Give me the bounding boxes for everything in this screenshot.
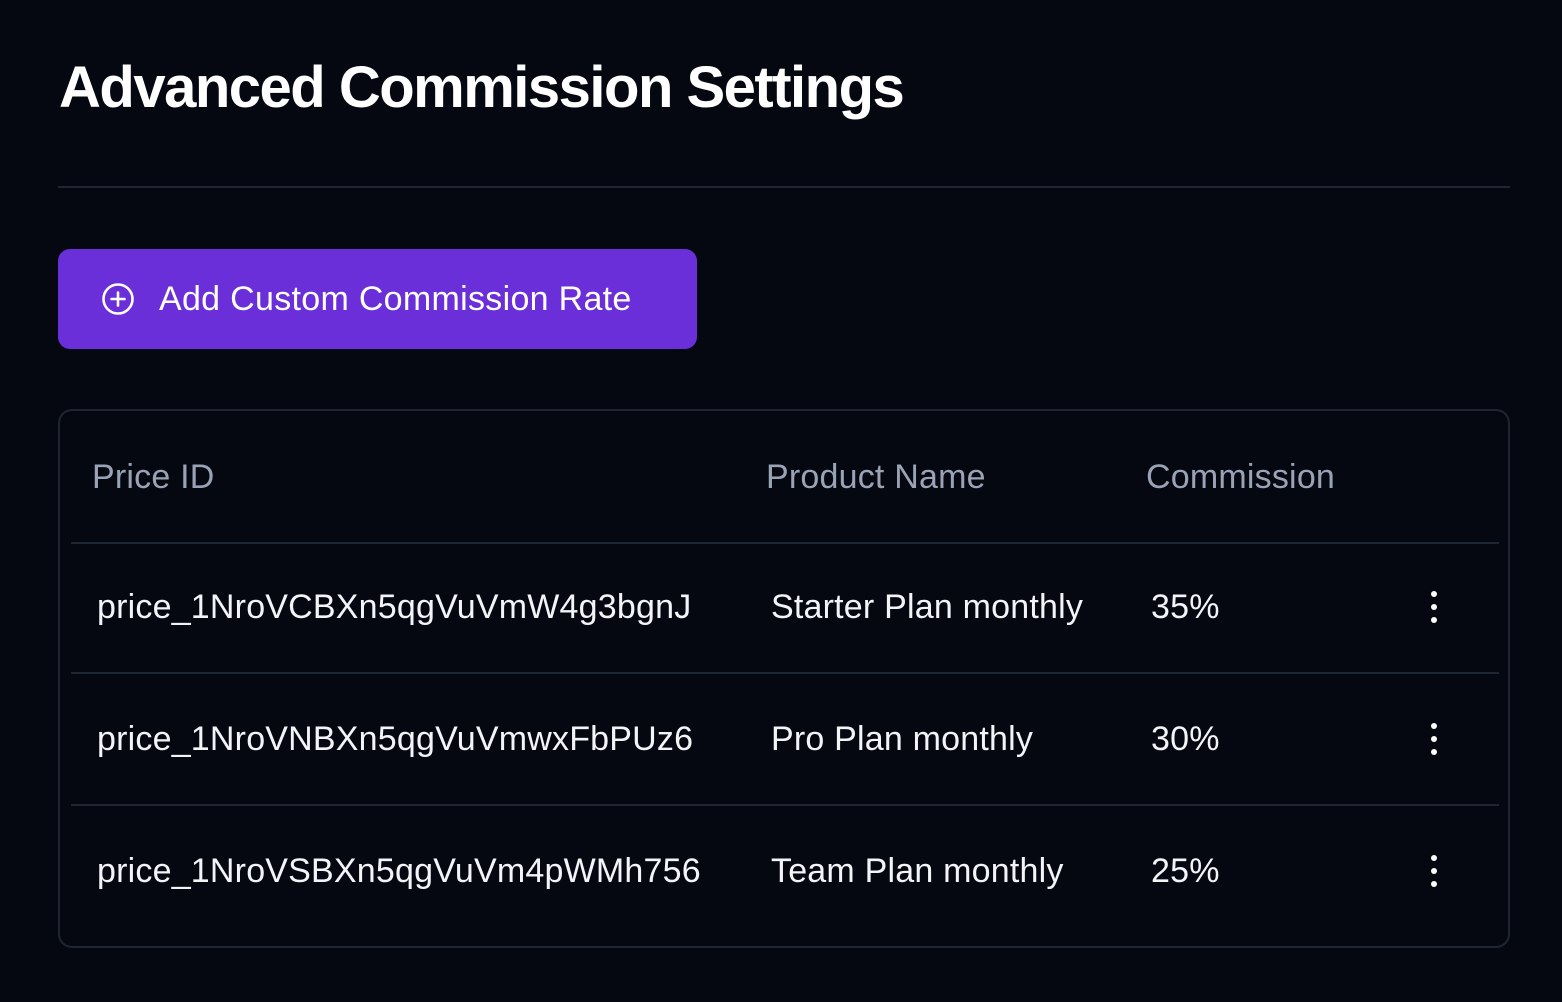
price-id-cell: price_1NroVCBXn5qgVuVmW4g3bgnJ — [97, 588, 692, 626]
product-name-cell: Pro Plan monthly — [771, 720, 1034, 758]
page-title: Advanced Commission Settings — [59, 55, 905, 120]
commission-table: Price ID Product Name Commission price_1… — [58, 409, 1510, 948]
add-button-label: Add Custom Commission Rate — [159, 279, 632, 318]
product-name-cell: Starter Plan monthly — [771, 588, 1084, 626]
add-custom-commission-rate-button[interactable]: Add Custom Commission Rate — [58, 249, 697, 349]
table-row: price_1NroVCBXn5qgVuVmW4g3bgnJ Starter P… — [71, 542, 1499, 674]
commission-cell: 25% — [1151, 852, 1220, 890]
more-vertical-icon[interactable] — [1416, 846, 1452, 896]
product-name-cell: Team Plan monthly — [771, 852, 1064, 890]
more-vertical-icon[interactable] — [1416, 582, 1452, 632]
plus-circle-icon — [100, 281, 136, 317]
commission-cell: 30% — [1151, 720, 1220, 758]
column-header-product-name: Product Name — [766, 457, 986, 496]
price-id-cell: price_1NroVNBXn5qgVuVmwxFbPUz6 — [97, 720, 694, 758]
table-row: price_1NroVSBXn5qgVuVm4pWMh756 Team Plan… — [71, 806, 1499, 936]
commission-cell: 35% — [1151, 588, 1220, 626]
table-header-row: Price ID Product Name Commission — [71, 411, 1499, 544]
column-header-commission: Commission — [1146, 457, 1336, 496]
more-vertical-icon[interactable] — [1416, 714, 1452, 764]
table-row: price_1NroVNBXn5qgVuVmwxFbPUz6 Pro Plan … — [71, 674, 1499, 806]
column-header-price-id: Price ID — [92, 457, 215, 496]
title-divider — [58, 186, 1510, 188]
price-id-cell: price_1NroVSBXn5qgVuVm4pWMh756 — [97, 852, 701, 890]
